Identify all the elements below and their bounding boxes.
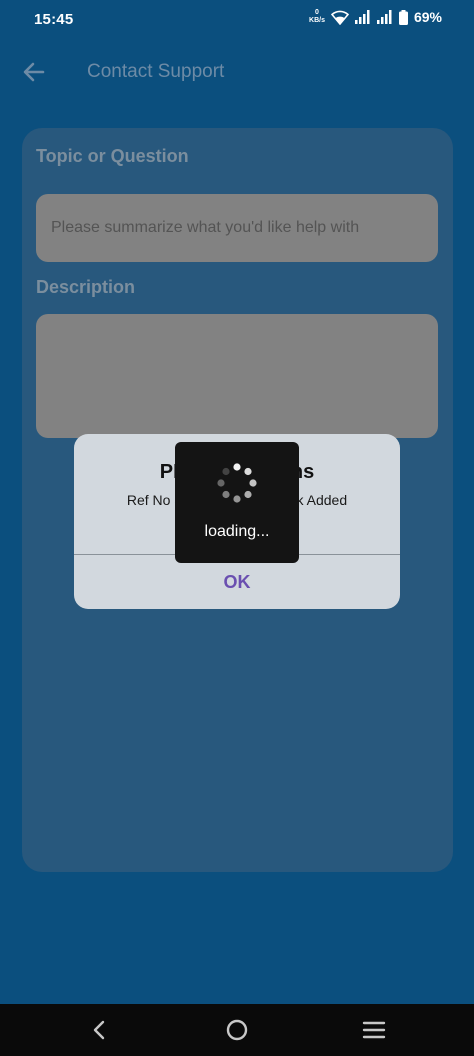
description-label: Description [36,277,136,297]
status-bar: 15:45 0 KB/s 69% [0,0,474,40]
signal-icon-2 [376,10,393,24]
spinner-icon [216,462,258,504]
wifi-icon [330,9,349,25]
topic-placeholder: Please summarize what you'd like help wi… [51,219,360,236]
system-nav-bar [0,1004,474,1056]
app-bar: Contact Support [0,44,474,102]
ok-button[interactable]: OK [74,555,400,609]
net-speed-unit: KB/s [309,17,325,24]
topic-label: Topic or Question [36,146,189,166]
description-input[interactable] [36,314,438,438]
battery-percent: 69% [413,9,442,25]
arrow-left-icon[interactable] [20,58,48,86]
net-speed-value: 0 [315,9,319,16]
page-title: Contact Support [87,61,225,82]
loading-indicator: loading... [175,442,299,563]
battery-icon [398,9,408,25]
status-icons: 0 KB/s 69% [309,9,442,25]
menu-lines-icon[interactable] [360,1016,388,1044]
signal-icon-1 [354,10,371,24]
chevron-left-icon[interactable] [86,1016,114,1044]
loading-text: loading... [204,523,270,540]
status-time: 15:45 [34,11,74,28]
net-speed: 0 KB/s [309,9,325,25]
topic-input[interactable]: Please summarize what you'd like help wi… [36,194,438,262]
circle-home-icon[interactable] [223,1016,251,1044]
